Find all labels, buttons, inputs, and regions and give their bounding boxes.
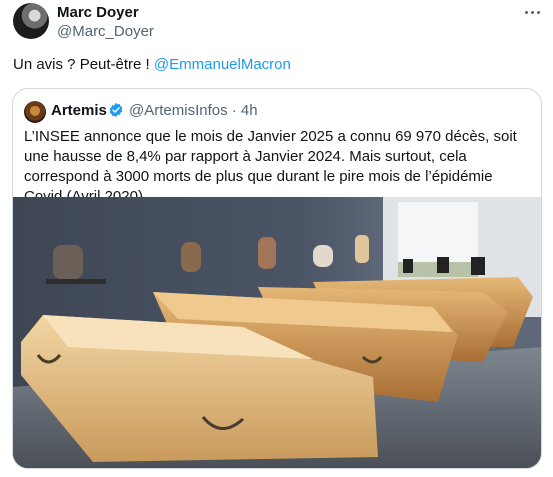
coffins-photo[interactable] <box>13 197 542 469</box>
author-name[interactable]: Marc Doyer <box>57 4 139 21</box>
author-avatar[interactable] <box>13 3 49 39</box>
quote-text: L’INSEE annonce que le mois de Janvier 2… <box>24 128 517 205</box>
verified-badge-icon <box>109 103 123 117</box>
quoted-tweet[interactable]: Artemis @ArtemisInfos · 4h L’INSEE annon… <box>12 88 542 469</box>
author-handle[interactable]: @Marc_Doyer <box>57 23 154 40</box>
tweet-text-prefix: Un avis ? Peut-être ! <box>13 56 154 73</box>
mention-link[interactable]: @EmmanuelMacron <box>154 56 291 73</box>
quote-author-avatar <box>24 101 46 123</box>
quote-author-handle: @ArtemisInfos · 4h <box>129 102 258 119</box>
more-icon[interactable] <box>520 2 544 22</box>
quote-author-name: Artemis <box>51 102 107 119</box>
tweet[interactable]: Marc Doyer @Marc_Doyer Un avis ? Peut-êt… <box>0 0 553 477</box>
tweet-text: Un avis ? Peut-être ! @EmmanuelMacron <box>13 56 291 73</box>
